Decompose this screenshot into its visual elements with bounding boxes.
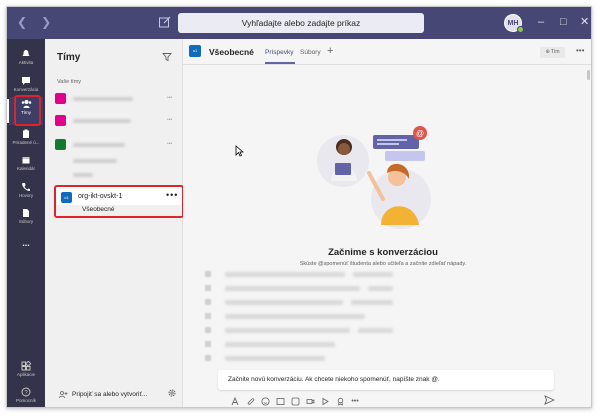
team-row[interactable]: ••• [55, 115, 175, 129]
rail-item-calendar[interactable]: Kalendár [9, 153, 43, 181]
bell-icon [22, 50, 30, 57]
minimize-button[interactable]: – [538, 15, 544, 29]
phone-icon [22, 183, 30, 191]
team-tile: o1 [61, 192, 72, 203]
teams-window: ❮ ❯ Vyhľadajte alebo zadajte príkaz MH –… [6, 6, 592, 408]
praise-icon[interactable] [335, 396, 345, 406]
new-chat-icon[interactable] [158, 15, 172, 29]
rail-item-files[interactable]: Súbory [9, 206, 43, 234]
active-tab-indicator [265, 62, 295, 64]
scrollbar[interactable] [587, 70, 590, 80]
stream-icon[interactable] [320, 396, 330, 406]
channel-item-general[interactable]: Všeobecné [56, 205, 182, 216]
add-tab-button[interactable]: + [327, 45, 333, 57]
channel-tile: o1 [189, 45, 201, 57]
rail-item-help[interactable]: ? Pomocník [9, 385, 43, 407]
nav-arrows: ❮ ❯ [17, 15, 51, 29]
help-icon: ? [21, 387, 31, 397]
rail-label: Pomocník [15, 398, 36, 403]
rail-item-assignments[interactable]: Priradené ú... [9, 127, 43, 155]
team-tile [55, 93, 66, 104]
team-name: org-ikt-ovskt-1 [78, 193, 123, 200]
attach-icon[interactable] [245, 396, 255, 406]
giphy-icon[interactable] [275, 396, 285, 406]
rail-item-calls[interactable]: Hovory [9, 180, 43, 208]
chat-icon [22, 77, 30, 85]
forward-arrow-icon[interactable]: ❯ [41, 15, 51, 29]
section-label: Vaše tímy [57, 79, 82, 85]
team-button[interactable]: ⊕ Tím [540, 47, 565, 58]
rail-highlight-box [14, 95, 41, 126]
format-icon[interactable] [230, 396, 240, 406]
rail-item-apps[interactable]: Aplikácie [9, 359, 43, 387]
team-more-icon[interactable]: ••• [167, 95, 172, 101]
compose-input[interactable]: Začnite novú konverzáciu. Ak chcete niek… [228, 376, 440, 383]
assignments-icon [23, 129, 29, 138]
mouse-cursor-icon [235, 145, 244, 157]
teams-panel: Tímy Vaše tímy ••• ••• ••• o1 org-ikt-ov… [45, 39, 184, 407]
rail-label: Súbory [18, 219, 34, 224]
more-options-icon[interactable]: ••• [350, 396, 360, 406]
team-tile [55, 115, 66, 126]
team-tile [55, 139, 66, 150]
compose-toolbar: ••• [230, 396, 360, 406]
sticker-icon[interactable] [290, 396, 300, 406]
rail-item-more[interactable]: ... [9, 233, 43, 261]
gear-icon[interactable] [167, 388, 177, 398]
calendar-icon [22, 157, 30, 164]
join-or-create-team[interactable]: Pripojiť sa alebo vytvoriť... [59, 390, 147, 399]
channel-header: o1 Všeobecné Príspevky Súbory + ⊕ Tím ••… [183, 39, 591, 65]
teams-panel-title: Tímy [57, 52, 81, 63]
back-arrow-icon[interactable]: ❮ [17, 15, 27, 29]
meet-now-icon[interactable] [305, 396, 315, 406]
close-button[interactable]: ✕ [580, 15, 589, 29]
tab-files[interactable]: Súbory [300, 49, 321, 56]
rail-label: Aplikácie [16, 372, 35, 377]
send-icon[interactable] [544, 395, 555, 405]
welcome-title: Začnime s konverzáciou [328, 247, 438, 258]
tab-posts[interactable]: Príspevky [265, 49, 294, 56]
team-row[interactable]: ••• [55, 93, 175, 107]
more-icon: ... [22, 238, 30, 248]
rail-label: Konverzácia [13, 87, 39, 92]
maximize-button[interactable]: □ [560, 15, 567, 29]
compose-box[interactable]: Začnite novú konverzáciu. Ak chcete niek… [218, 370, 554, 390]
welcome-illustration: @ [317, 126, 431, 229]
channel-title: Všeobecné [209, 47, 254, 57]
title-bar: ❮ ❯ Vyhľadajte alebo zadajte príkaz MH –… [7, 7, 591, 39]
search-input[interactable]: Vyhľadajte alebo zadajte príkaz [178, 13, 424, 33]
channel-more-icon[interactable]: ••• [576, 46, 584, 55]
emoji-icon[interactable] [260, 396, 270, 406]
filter-icon[interactable] [162, 52, 172, 62]
rail-label: Hovory [18, 193, 34, 198]
rail-label: Kalendár [16, 166, 35, 171]
svg-text:@: @ [416, 129, 424, 138]
team-more-icon[interactable]: ••• [166, 190, 178, 200]
team-row[interactable]: ••• [55, 139, 175, 153]
presence-status-icon [517, 26, 524, 33]
join-label: Pripojiť sa alebo vytvoriť... [72, 391, 148, 398]
conversation-area: @ Začnime s konverzáciou Skúste @spomenú… [183, 65, 591, 407]
welcome-subtitle: Skúste @spomenúť študenta alebo učiteľa … [299, 261, 467, 267]
team-more-icon[interactable]: ••• [167, 117, 172, 123]
rail-label: Aktivita [18, 60, 34, 65]
rail-item-activity[interactable]: Aktivita [9, 47, 43, 75]
selected-team-highlight[interactable]: o1 org-ikt-ovskt-1 ••• Všeobecné [54, 185, 184, 218]
rail-label: Priradené ú... [12, 140, 40, 145]
team-more-icon[interactable]: ••• [167, 141, 172, 147]
files-icon [23, 209, 29, 217]
apps-icon [21, 361, 31, 371]
join-team-icon [59, 391, 68, 399]
channel-label: Všeobecné [82, 206, 115, 213]
